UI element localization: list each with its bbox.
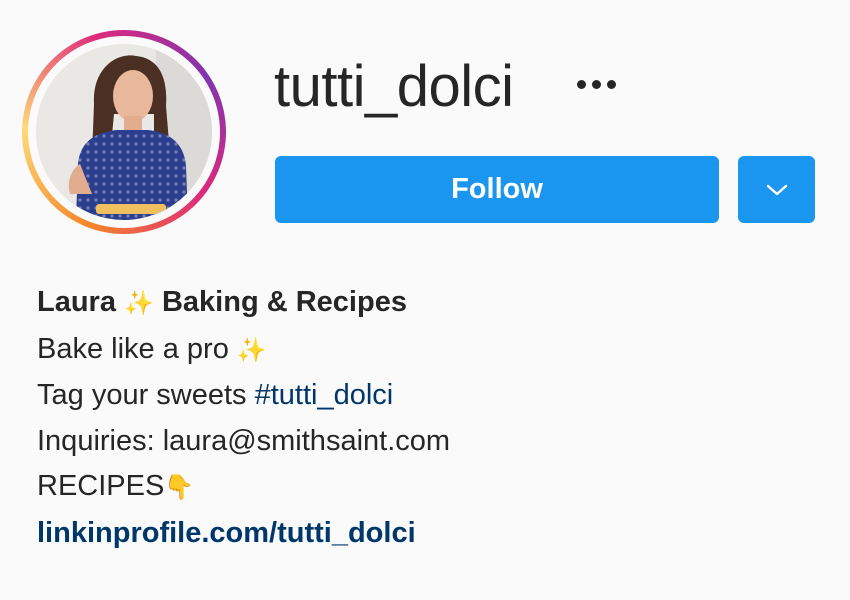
follow-button[interactable]: Follow: [275, 156, 719, 223]
bio-inquiries: Inquiries: laura@smithsaint.com: [37, 424, 451, 457]
suggested-accounts-button[interactable]: [738, 156, 815, 223]
sparkles-emoji: ✨: [124, 289, 154, 317]
bio-line: linkinprofile.com/tutti_dolci: [37, 511, 450, 557]
bio-text: RECIPES: [37, 470, 165, 502]
more-dot: [591, 79, 601, 89]
bio-name-part: Baking & Recipes: [153, 286, 407, 318]
bio-text: Bake like a pro: [37, 332, 237, 365]
hashtag-link[interactable]: #tutti_dolci: [255, 379, 394, 411]
bio-line: Inquiries: laura@smithsaint.com: [37, 419, 450, 465]
chevron-down-icon: [766, 184, 787, 195]
bio-website-link[interactable]: linkinprofile.com/tutti_dolci: [37, 517, 416, 549]
profile-avatar-ring[interactable]: [22, 30, 226, 234]
bio-name-part: Laura: [37, 286, 125, 318]
bio-line: RECIPES👇: [37, 464, 450, 511]
more-dot: [606, 79, 616, 89]
pointing-down-emoji: 👇: [164, 473, 195, 501]
profile-bio: Laura ✨ Baking & Recipes Bake like a pro…: [37, 280, 450, 556]
profile-username: tutti_dolci: [274, 54, 514, 119]
more-options-icon[interactable]: [566, 70, 626, 98]
avatar-photo: [36, 44, 212, 220]
profile-avatar[interactable]: [36, 44, 212, 220]
bio-line: Bake like a pro ✨: [37, 327, 450, 374]
sparkles-emoji: ✨: [236, 335, 267, 364]
bio-display-name: Laura ✨ Baking & Recipes: [37, 280, 450, 327]
bio-line: Tag your sweets #tutti_dolci: [37, 373, 450, 419]
bio-text: Tag your sweets: [37, 379, 255, 411]
more-dot: [576, 79, 586, 89]
